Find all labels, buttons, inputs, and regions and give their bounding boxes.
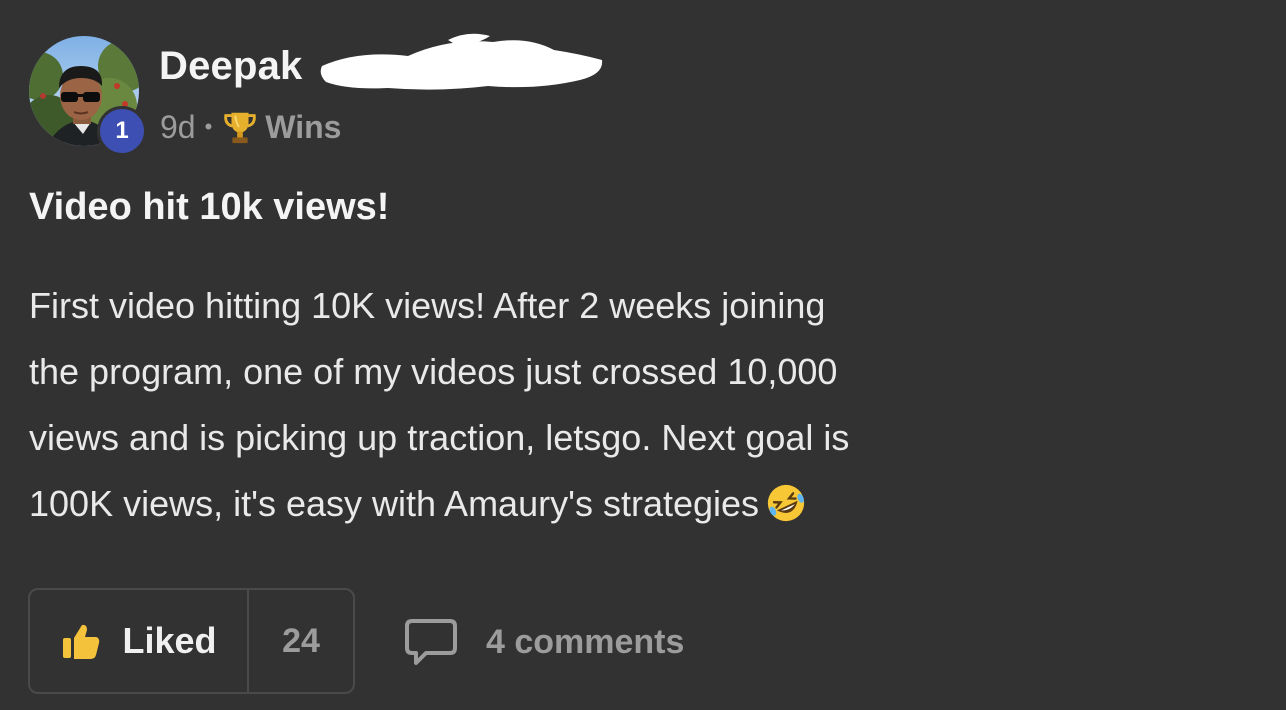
post-age[interactable]: 9d — [160, 109, 196, 146]
like-count[interactable]: 24 — [249, 590, 353, 692]
post-body-line: the program, one of my videos just cross… — [29, 351, 838, 392]
author-name[interactable]: Deepak — [159, 44, 303, 89]
redaction-mark — [320, 33, 603, 90]
level-badge: 1 — [97, 106, 147, 156]
reaction-bar: Liked 24 — [28, 588, 355, 694]
post-meta: 9d • Wins — [160, 108, 341, 146]
comments-button[interactable]: 4 comments — [404, 612, 684, 672]
post-body-line-last: 100K views, it's easy with Amaury's stra… — [29, 471, 1069, 537]
post-title[interactable]: Video hit 10k views! — [29, 186, 389, 229]
thumbs-up-icon — [63, 624, 100, 659]
post-body-line: First video hitting 10K views! After 2 w… — [29, 285, 826, 326]
like-label: Liked — [122, 620, 217, 661]
trophy-icon — [224, 112, 257, 144]
post-body-line: views and is picking up traction, letsgo… — [29, 417, 850, 458]
post-body: First video hitting 10K views! After 2 w… — [29, 273, 1069, 537]
rolling-laughing-emoji — [767, 484, 805, 522]
category-link[interactable]: Wins — [265, 109, 341, 146]
comments-label: 4 comments — [486, 622, 685, 661]
like-button[interactable]: Liked — [30, 590, 249, 692]
meta-separator: • — [204, 114, 213, 139]
post-body-line-text: 100K views, it's easy with Amaury's stra… — [29, 483, 760, 524]
comment-icon — [405, 619, 457, 665]
